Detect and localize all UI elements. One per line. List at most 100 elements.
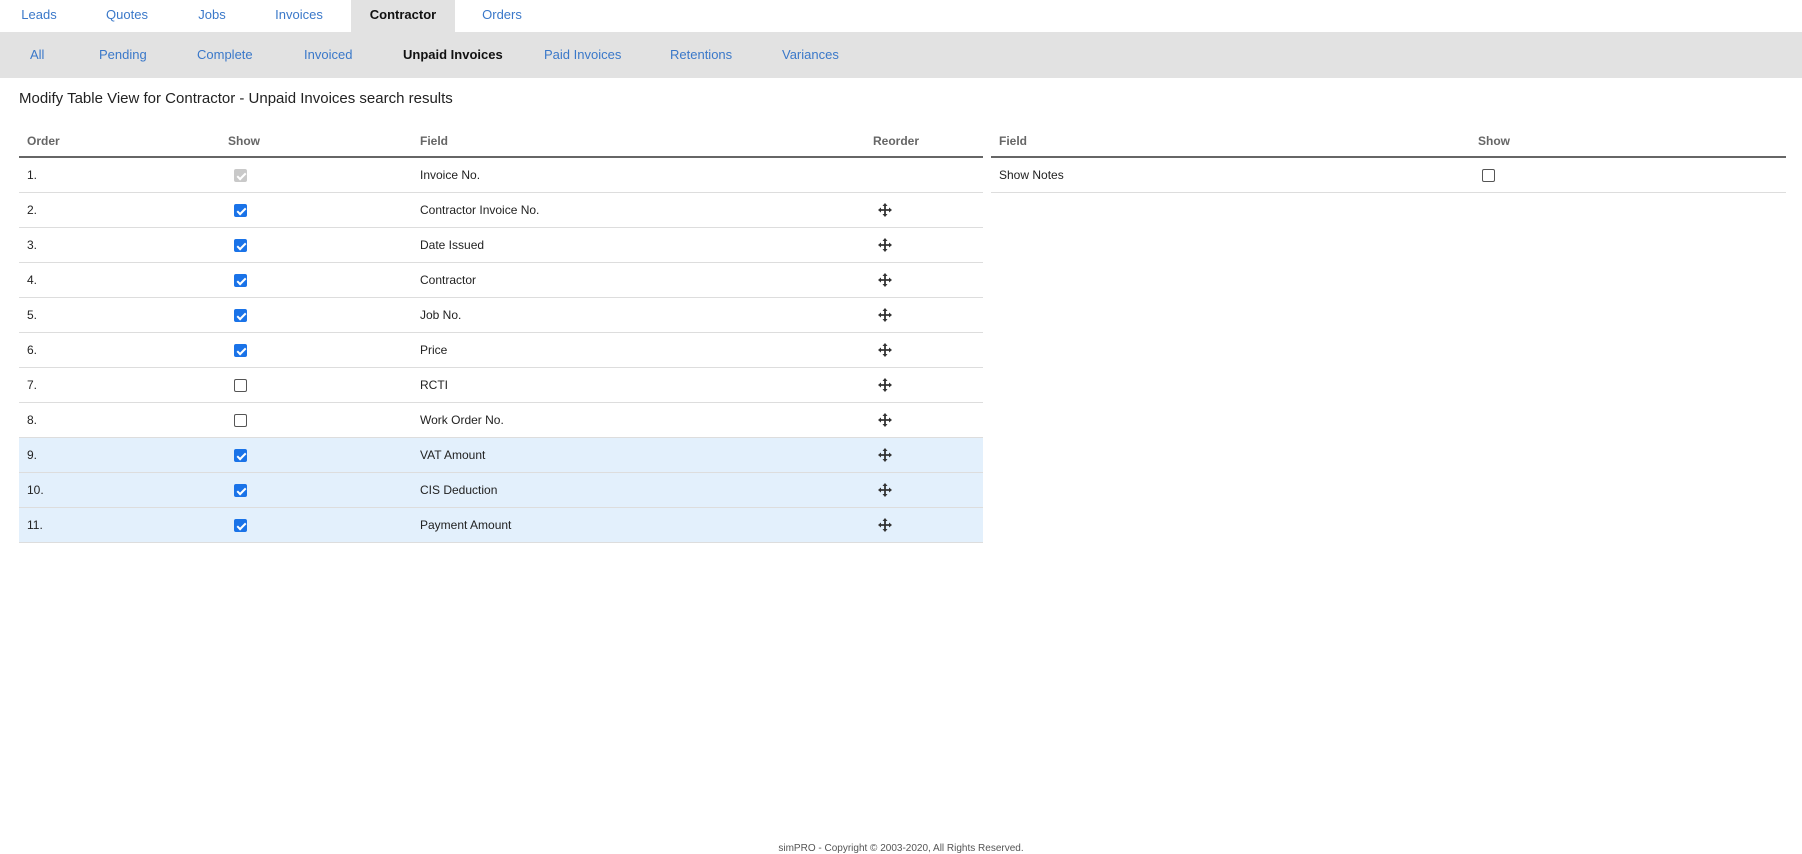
header-order: Order [19, 126, 220, 158]
reorder-cell [865, 192, 983, 228]
tab-invoices[interactable]: Invoices [258, 0, 340, 32]
show-checkbox[interactable] [234, 484, 247, 498]
table-row: 2. Contractor Invoice No. [19, 192, 983, 228]
order-cell: 2. [19, 192, 220, 228]
order-cell: 10. [19, 472, 220, 508]
order-cell: 5. [19, 297, 220, 333]
order-cell: 8. [19, 402, 220, 438]
table-row: 3. Date Issued [19, 227, 983, 263]
tab-leads[interactable]: Leads [0, 0, 78, 32]
table-header-row: Field Show [991, 126, 1786, 158]
show-cell [220, 157, 412, 193]
move-icon[interactable] [878, 378, 892, 393]
field-cell: Work Order No. [412, 402, 865, 438]
show-checkbox[interactable] [234, 344, 247, 358]
reorder-cell [865, 402, 983, 438]
show-checkbox[interactable] [234, 239, 247, 253]
order-cell: 6. [19, 332, 220, 368]
show-checkbox[interactable] [234, 379, 247, 393]
subtab-pending[interactable]: Pending [99, 32, 147, 78]
show-cell [220, 507, 412, 543]
reorder-cell [865, 437, 983, 473]
order-cell: 9. [19, 437, 220, 473]
top-nav: Leads Quotes Jobs Invoices Contractor Or… [0, 0, 1802, 32]
reorder-cell [865, 297, 983, 333]
table-row: 8. Work Order No. [19, 402, 983, 438]
tab-jobs[interactable]: Jobs [180, 0, 244, 32]
move-icon[interactable] [878, 273, 892, 288]
page-title: Modify Table View for Contractor - Unpai… [19, 90, 453, 107]
show-cell [220, 437, 412, 473]
table-header-row: Order Show Field Reorder [19, 126, 983, 158]
subtab-retentions[interactable]: Retentions [670, 32, 732, 78]
reorder-cell [865, 367, 983, 403]
subtab-complete[interactable]: Complete [197, 32, 253, 78]
subtab-paid-invoices[interactable]: Paid Invoices [544, 32, 621, 78]
show-checkbox[interactable] [234, 274, 247, 288]
field-cell: Invoice No. [412, 157, 865, 193]
show-cell [220, 227, 412, 263]
show-cell [1470, 157, 1786, 193]
show-checkbox[interactable] [234, 309, 247, 323]
table-row: Show Notes [991, 157, 1786, 193]
show-checkbox[interactable] [234, 449, 247, 463]
show-checkbox[interactable] [1482, 169, 1495, 183]
subtab-unpaid-invoices[interactable]: Unpaid Invoices [403, 32, 503, 78]
field-cell: RCTI [412, 367, 865, 403]
order-cell: 4. [19, 262, 220, 298]
footer-copyright: simPRO - Copyright © 2003-2020, All Righ… [778, 843, 1024, 854]
table-row: 5. Job No. [19, 297, 983, 333]
show-checkbox[interactable] [234, 519, 247, 533]
header-field: Field [991, 126, 1470, 158]
header-show: Show [1470, 126, 1786, 158]
field-cell: Job No. [412, 297, 865, 333]
move-icon[interactable] [878, 518, 892, 533]
show-cell [220, 297, 412, 333]
table-row: 11. Payment Amount [19, 507, 983, 543]
move-icon[interactable] [878, 238, 892, 253]
notes-options-table: Field Show Show Notes [991, 126, 1786, 193]
show-cell [220, 332, 412, 368]
field-cell: VAT Amount [412, 437, 865, 473]
reorder-cell [865, 507, 983, 543]
field-cell: Contractor Invoice No. [412, 192, 865, 228]
field-cell: Show Notes [991, 157, 1470, 193]
move-icon[interactable] [878, 343, 892, 358]
header-reorder: Reorder [865, 126, 983, 158]
field-cell: Price [412, 332, 865, 368]
column-order-table: Order Show Field Reorder 1. Invoice No. 2.… [19, 126, 983, 543]
move-icon[interactable] [878, 413, 892, 428]
order-cell: 7. [19, 367, 220, 403]
show-checkbox [234, 169, 247, 183]
reorder-cell [865, 332, 983, 368]
order-cell: 1. [19, 157, 220, 193]
header-show: Show [220, 126, 412, 158]
move-icon[interactable] [878, 483, 892, 498]
move-icon[interactable] [878, 448, 892, 463]
show-cell [220, 192, 412, 228]
table-row: 9. VAT Amount [19, 437, 983, 473]
subtab-invoiced[interactable]: Invoiced [304, 32, 352, 78]
reorder-cell [865, 157, 983, 193]
order-cell: 3. [19, 227, 220, 263]
reorder-cell [865, 262, 983, 298]
field-cell: Date Issued [412, 227, 865, 263]
sub-nav: All Pending Complete Invoiced Unpaid Inv… [0, 32, 1802, 78]
header-field: Field [412, 126, 865, 158]
move-icon[interactable] [878, 203, 892, 218]
subtab-all[interactable]: All [30, 32, 44, 78]
show-cell [220, 472, 412, 508]
table-row: 4. Contractor [19, 262, 983, 298]
field-cell: Contractor [412, 262, 865, 298]
order-cell: 11. [19, 507, 220, 543]
show-cell [220, 367, 412, 403]
table-row: 10. CIS Deduction [19, 472, 983, 508]
tab-orders[interactable]: Orders [466, 0, 538, 32]
tab-quotes[interactable]: Quotes [90, 0, 164, 32]
show-checkbox[interactable] [234, 414, 247, 428]
subtab-variances[interactable]: Variances [782, 32, 839, 78]
show-checkbox[interactable] [234, 204, 247, 218]
tab-contractor[interactable]: Contractor [351, 0, 455, 32]
move-icon[interactable] [878, 308, 892, 323]
table-row: 7. RCTI [19, 367, 983, 403]
